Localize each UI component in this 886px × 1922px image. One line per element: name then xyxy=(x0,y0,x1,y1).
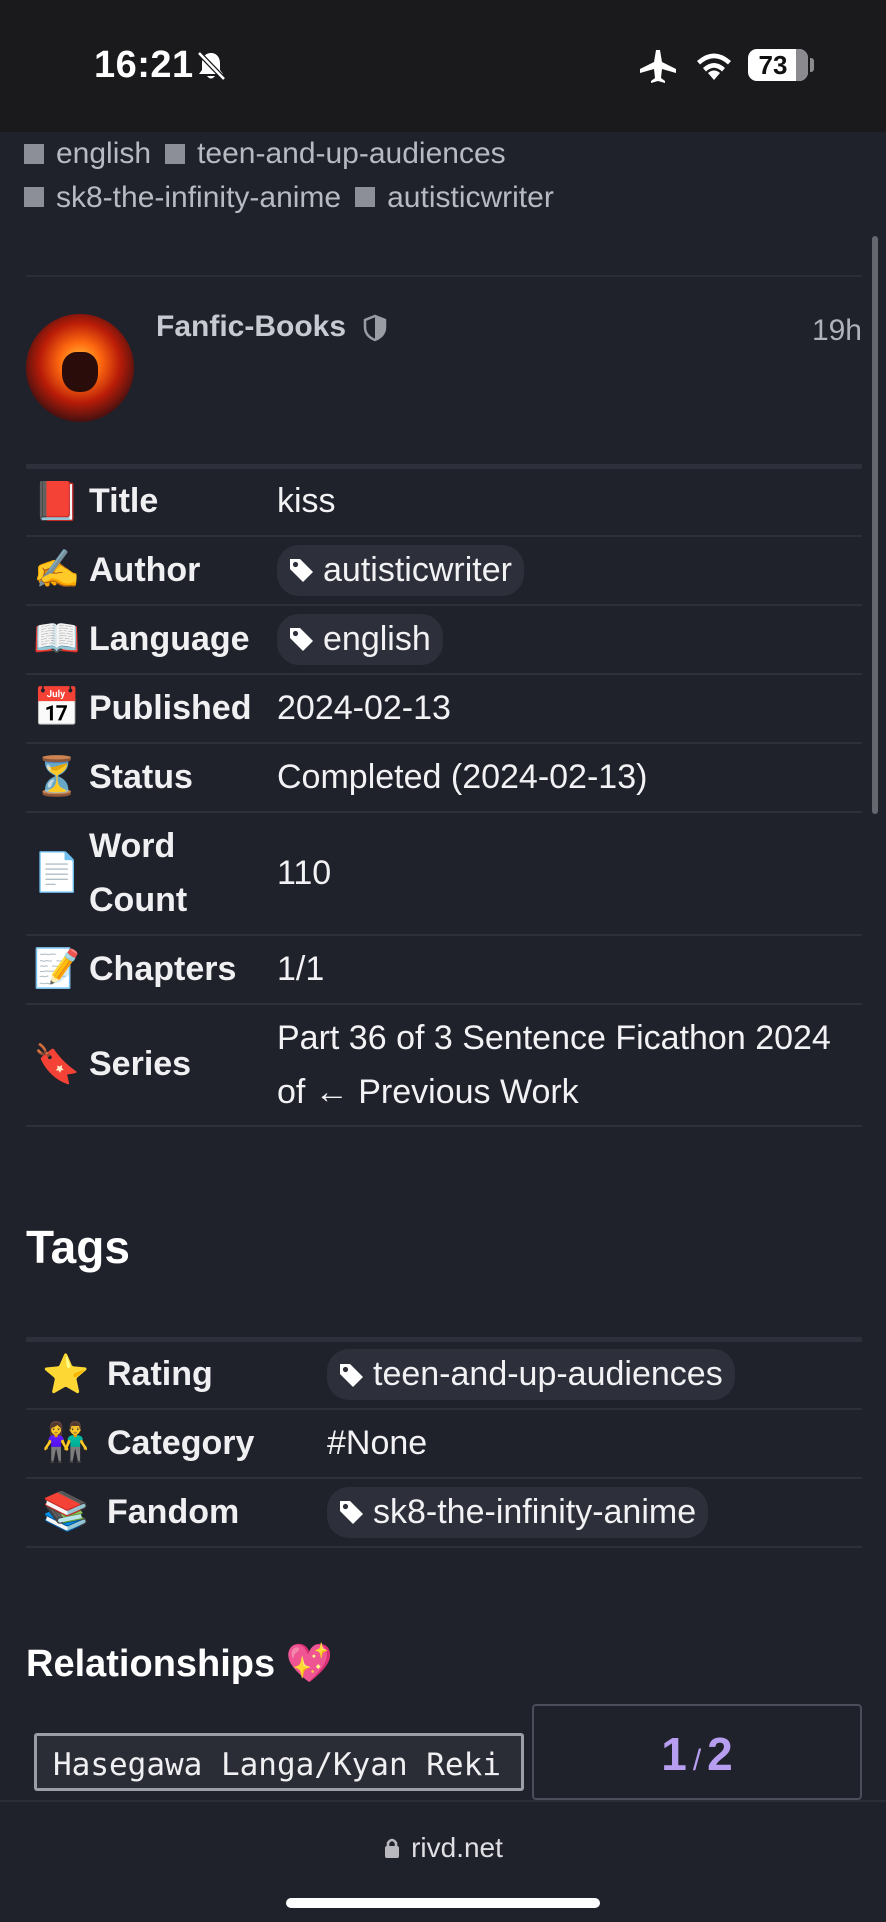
tag-icon xyxy=(290,559,313,582)
calendar-icon: 📅 xyxy=(26,673,88,744)
page-indicator[interactable]: 1/2 xyxy=(532,1704,862,1800)
info-row-series: 🔖 Series Part 36 of 3 Sentence Ficathon … xyxy=(26,1003,862,1127)
info-row-published: 📅 Published 2024-02-13 xyxy=(26,673,862,744)
hourglass-icon: ⏳ xyxy=(26,742,88,813)
post-timestamp: 19h xyxy=(811,314,862,347)
top-tag[interactable]: english xyxy=(24,132,151,175)
top-tag[interactable]: autisticwriter xyxy=(355,176,554,219)
book-icon: 📕 xyxy=(26,466,88,537)
top-tag[interactable]: teen-and-up-audiences xyxy=(165,132,506,175)
row-label: Language xyxy=(88,604,276,675)
row-value: #None xyxy=(326,1408,862,1479)
info-row-title: 📕 Title kiss xyxy=(26,466,862,537)
scrollbar[interactable] xyxy=(872,236,878,814)
info-row-word-count: 📄 Word Count 110 xyxy=(26,811,862,936)
tag-chip[interactable]: sk8-the-infinity-anime xyxy=(327,1486,709,1538)
row-value: 2024-02-13 xyxy=(276,673,862,744)
url-text: rivd.net xyxy=(411,1832,503,1863)
tag-icon xyxy=(290,628,313,651)
home-indicator[interactable] xyxy=(286,1898,600,1908)
battery-icon: 73 xyxy=(748,49,808,81)
wifi-icon xyxy=(697,53,731,80)
tag-chip[interactable]: autisticwriter xyxy=(277,544,524,596)
browser-bottom-bar: rivd.net xyxy=(0,1800,886,1922)
airplane-icon xyxy=(640,50,676,83)
page-icon: 📄 xyxy=(26,811,88,936)
row-value: 1/1 xyxy=(276,934,862,1005)
info-row-status: ⏳ Status Completed (2024-02-13) xyxy=(26,742,862,813)
row-label: Title xyxy=(88,466,276,537)
tags-table: ⭐ Rating teen-and-up-audiences 👫 Categor… xyxy=(26,1337,862,1548)
row-value: 110 xyxy=(276,811,862,936)
bell-slash-icon xyxy=(197,51,226,81)
books-icon: 📚 xyxy=(26,1477,106,1548)
avatar[interactable] xyxy=(26,314,134,422)
row-label: Chapters xyxy=(88,934,276,1005)
info-table: 📕 Title kiss ✍️ Author autisticwriter 📖 … xyxy=(26,464,862,1127)
bookmark-icon: 🔖 xyxy=(26,1003,88,1127)
row-label: Author xyxy=(88,535,276,606)
top-tag[interactable]: sk8-the-infinity-anime xyxy=(24,176,341,219)
tag-chip[interactable]: english xyxy=(277,613,443,665)
row-value: kiss xyxy=(276,466,862,537)
row-label: Category xyxy=(106,1408,326,1479)
tag-row-rating: ⭐ Rating teen-and-up-audiences xyxy=(26,1339,862,1410)
tag-row-category: 👫 Category #None xyxy=(26,1408,862,1479)
shield-icon xyxy=(364,314,387,342)
tag-chip[interactable]: teen-and-up-audiences xyxy=(327,1349,735,1401)
info-row-language: 📖 Language english xyxy=(26,604,862,675)
status-time: 16:21 xyxy=(94,44,194,86)
tag-icon xyxy=(340,1501,363,1524)
couple-icon: 👫 xyxy=(26,1408,106,1479)
row-label: Series xyxy=(88,1003,276,1127)
relationship-tag[interactable]: Hasegawa Langa/Kyan Reki xyxy=(34,1733,524,1791)
row-label: Published xyxy=(88,673,276,744)
row-label: Fandom xyxy=(106,1477,326,1548)
relationships-heading: Relationships 💖 xyxy=(26,1643,334,1685)
battery-level: 73 xyxy=(758,50,788,80)
row-label: Status xyxy=(88,742,276,813)
writing-hand-icon: ✍️ xyxy=(26,535,88,606)
open-book-icon: 📖 xyxy=(26,604,88,675)
url-bar[interactable]: rivd.net xyxy=(0,1832,886,1864)
memo-icon: 📝 xyxy=(26,934,88,1005)
post-content[interactable]: english teen-and-up-audiences sk8-the-inf… xyxy=(0,132,886,1800)
page-total: 2 xyxy=(707,1728,733,1780)
top-tags: english teen-and-up-audiences sk8-the-inf… xyxy=(24,132,844,219)
info-row-author: ✍️ Author autisticwriter xyxy=(26,535,862,606)
divider xyxy=(26,275,862,277)
row-label: Word Count xyxy=(88,811,276,936)
status-bar: 16:21 73 xyxy=(0,0,886,132)
tag-row-fandom: 📚 Fandom sk8-the-infinity-anime xyxy=(26,1477,862,1548)
post-author[interactable]: Fanfic-Books xyxy=(156,310,388,344)
tags-heading: Tags xyxy=(26,1221,130,1273)
info-row-chapters: 📝 Chapters 1/1 xyxy=(26,934,862,1005)
row-label: Rating xyxy=(106,1339,326,1410)
lock-icon xyxy=(385,1838,400,1858)
row-value[interactable]: Part 36 of 3 Sentence Ficathon 2024 of ←… xyxy=(276,1003,862,1127)
row-value: Completed (2024-02-13) xyxy=(276,742,862,813)
page-current: 1 xyxy=(661,1728,687,1780)
tag-icon xyxy=(340,1363,363,1387)
star-icon: ⭐ xyxy=(26,1339,106,1410)
